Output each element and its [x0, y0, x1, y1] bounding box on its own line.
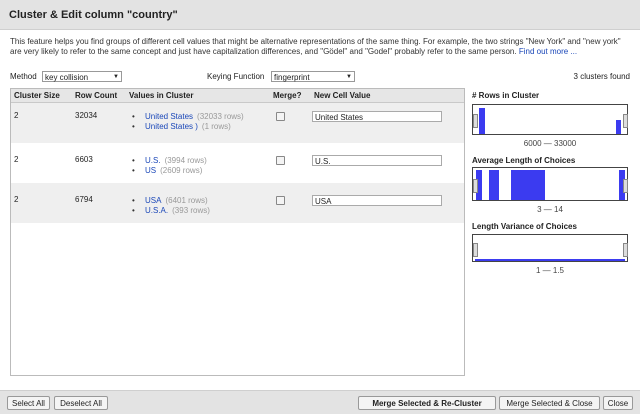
- list-item[interactable]: US (2609 rows): [132, 166, 207, 176]
- row-count: 6603: [75, 155, 93, 164]
- deselect-all-button[interactable]: Deselect All: [54, 396, 108, 410]
- header-values-in-cluster: Values in Cluster: [129, 91, 194, 100]
- merge-checkbox[interactable]: [276, 156, 285, 165]
- row-count: 6794: [75, 195, 93, 204]
- length-variance-histogram[interactable]: [472, 234, 628, 262]
- merge-recluster-button[interactable]: Merge Selected & Re-Cluster: [358, 396, 496, 410]
- cluster-size: 2: [14, 155, 19, 164]
- value-row-count: (1 rows): [201, 122, 231, 131]
- header-merge: Merge?: [273, 91, 302, 100]
- value-row-count: (6401 rows): [165, 196, 208, 205]
- keying-function-select-value: fingerprint: [274, 73, 310, 82]
- histogram-bar: [489, 170, 499, 200]
- merge-checkbox[interactable]: [276, 196, 285, 205]
- value-row-count: (2609 rows): [160, 166, 203, 175]
- chevron-down-icon: ▼: [346, 74, 352, 80]
- list-item[interactable]: United States )(1 rows): [132, 122, 244, 132]
- histogram-bar: [511, 170, 545, 200]
- keying-function-select[interactable]: fingerprint ▼: [271, 71, 355, 82]
- cluster-value[interactable]: U.S.: [145, 156, 161, 165]
- average-length-histogram[interactable]: [472, 167, 628, 201]
- values-list: United States (32033 rows) United States …: [129, 112, 244, 132]
- histogram-bar: [475, 259, 625, 261]
- dialog-title-bar: Cluster & Edit column "country": [0, 0, 640, 30]
- chevron-down-icon: ▼: [113, 74, 119, 80]
- facet-range-variance: 1 — 1.5: [535, 266, 564, 275]
- range-handle-left[interactable]: [473, 114, 478, 128]
- range-handle-right[interactable]: [623, 243, 628, 257]
- cluster-value[interactable]: US: [145, 166, 156, 175]
- list-item[interactable]: United States (32033 rows): [132, 112, 244, 122]
- list-item[interactable]: U.S.A. (393 rows): [132, 206, 210, 216]
- cluster-value[interactable]: USA: [145, 196, 161, 205]
- cluster-size: 2: [14, 111, 19, 120]
- value-row-count: (393 rows): [172, 206, 210, 215]
- histogram-bar: [616, 120, 621, 134]
- facet-title-rows: # Rows in Cluster: [472, 91, 540, 100]
- row-count: 32034: [75, 111, 98, 120]
- cluster-value[interactable]: U.S.A.: [145, 206, 168, 215]
- range-handle-left[interactable]: [473, 243, 478, 257]
- new-cell-value-input[interactable]: USA: [312, 195, 442, 206]
- table-row: 2 32034 United States (32033 rows) United…: [11, 103, 464, 143]
- cluster-value[interactable]: United States ): [145, 122, 198, 131]
- method-select[interactable]: key collision ▼: [42, 71, 122, 82]
- facet-title-avg-length: Average Length of Choices: [472, 156, 576, 165]
- value-row-count: (32033 rows): [197, 112, 244, 121]
- range-handle-left[interactable]: [473, 179, 478, 193]
- merge-checkbox[interactable]: [276, 112, 285, 121]
- histogram-bar: [479, 108, 485, 134]
- rows-in-cluster-histogram[interactable]: [472, 104, 628, 135]
- values-list: USA (6401 rows) U.S.A. (393 rows): [129, 196, 210, 216]
- range-handle-right[interactable]: [623, 179, 628, 193]
- keying-function-label: Keying Function: [207, 72, 265, 81]
- merge-close-button[interactable]: Merge Selected & Close: [499, 396, 600, 410]
- table-row: 2 6794 USA (6401 rows) U.S.A. (393 rows) U…: [11, 183, 464, 223]
- close-button[interactable]: Close: [603, 396, 633, 410]
- dialog-title: Cluster & Edit column "country": [9, 9, 178, 21]
- range-handle-right[interactable]: [623, 114, 628, 128]
- table-header: Cluster Size Row Count Values in Cluster…: [11, 89, 464, 103]
- header-cluster-size: Cluster Size: [14, 91, 60, 100]
- facet-range-rows: 6000 — 33000: [523, 139, 577, 148]
- list-item[interactable]: USA (6401 rows): [132, 196, 210, 206]
- description: This feature helps you find groups of di…: [10, 37, 630, 57]
- cluster-value[interactable]: United States: [145, 112, 193, 121]
- new-cell-value-input[interactable]: United States: [312, 111, 442, 122]
- new-cell-value-input[interactable]: U.S.: [312, 155, 442, 166]
- select-all-button[interactable]: Select All: [7, 396, 50, 410]
- method-label: Method: [10, 72, 37, 81]
- table-row: 2 6603 U.S.(3994 rows) US(2609 rows) U.S…: [11, 143, 464, 183]
- value-row-count: (3994 rows): [164, 156, 207, 165]
- clusters-table: Cluster Size Row Count Values in Cluster…: [10, 88, 465, 376]
- facet-title-variance: Length Variance of Choices: [472, 222, 577, 231]
- clusters-found-count: 3 clusters found: [573, 72, 630, 81]
- dialog-footer: Select All Deselect All Merge Selected &…: [0, 390, 640, 414]
- cluster-size: 2: [14, 195, 19, 204]
- facet-range-avg-length: 3 — 14: [537, 205, 563, 214]
- header-row-count: Row Count: [75, 91, 118, 100]
- method-select-value: key collision: [45, 73, 89, 82]
- find-out-more-link[interactable]: Find out more ...: [519, 47, 577, 56]
- list-item[interactable]: U.S.(3994 rows): [132, 156, 207, 166]
- header-new-cell-value: New Cell Value: [314, 91, 371, 100]
- values-list: U.S.(3994 rows) US (2609 rows): [129, 156, 207, 176]
